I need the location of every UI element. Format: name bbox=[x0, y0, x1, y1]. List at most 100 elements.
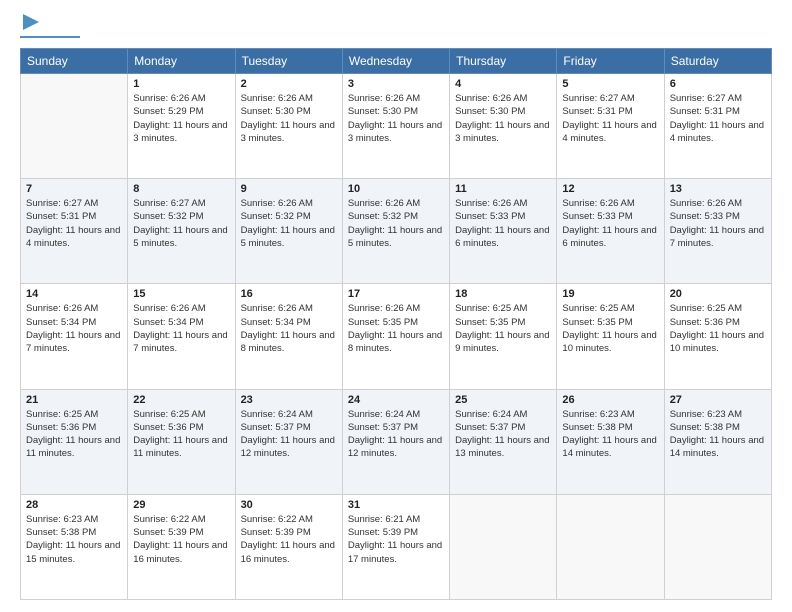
day-info: Sunrise: 6:25 AMSunset: 5:35 PMDaylight:… bbox=[455, 302, 551, 355]
day-info: Sunrise: 6:27 AMSunset: 5:31 PMDaylight:… bbox=[670, 92, 766, 145]
day-info: Sunrise: 6:26 AMSunset: 5:30 PMDaylight:… bbox=[455, 92, 551, 145]
calendar-cell: 28Sunrise: 6:23 AMSunset: 5:38 PMDayligh… bbox=[21, 494, 128, 599]
day-info: Sunrise: 6:26 AMSunset: 5:34 PMDaylight:… bbox=[133, 302, 229, 355]
day-info: Sunrise: 6:26 AMSunset: 5:33 PMDaylight:… bbox=[562, 197, 658, 250]
day-info: Sunrise: 6:22 AMSunset: 5:39 PMDaylight:… bbox=[241, 513, 337, 566]
day-number: 20 bbox=[670, 288, 766, 300]
weekday-header: Thursday bbox=[450, 49, 557, 74]
day-info: Sunrise: 6:26 AMSunset: 5:30 PMDaylight:… bbox=[241, 92, 337, 145]
day-number: 10 bbox=[348, 183, 444, 195]
calendar-cell bbox=[557, 494, 664, 599]
day-info: Sunrise: 6:27 AMSunset: 5:31 PMDaylight:… bbox=[26, 197, 122, 250]
day-number: 9 bbox=[241, 183, 337, 195]
calendar-table: SundayMondayTuesdayWednesdayThursdayFrid… bbox=[20, 48, 772, 600]
day-number: 30 bbox=[241, 499, 337, 511]
day-info: Sunrise: 6:25 AMSunset: 5:35 PMDaylight:… bbox=[562, 302, 658, 355]
calendar-cell: 20 Sunrise: 6:25 AMSunset: 5:36 PMDayligh… bbox=[664, 284, 771, 389]
calendar-cell: 12 Sunrise: 6:26 AMSunset: 5:33 PMDayligh… bbox=[557, 179, 664, 284]
calendar-cell: 13 Sunrise: 6:26 AMSunset: 5:33 PMDayligh… bbox=[664, 179, 771, 284]
day-number: 22 bbox=[133, 394, 229, 406]
weekday-header: Tuesday bbox=[235, 49, 342, 74]
day-info: Sunrise: 6:25 AMSunset: 5:36 PMDaylight:… bbox=[670, 302, 766, 355]
calendar-cell: 9 Sunrise: 6:26 AMSunset: 5:32 PMDaylight… bbox=[235, 179, 342, 284]
calendar-cell: 15Sunrise: 6:26 AMSunset: 5:34 PMDayligh… bbox=[128, 284, 235, 389]
day-info: Sunrise: 6:23 AMSunset: 5:38 PMDaylight:… bbox=[26, 513, 122, 566]
day-number: 23 bbox=[241, 394, 337, 406]
header bbox=[20, 16, 772, 38]
calendar-cell: 5 Sunrise: 6:27 AMSunset: 5:31 PMDaylight… bbox=[557, 74, 664, 179]
calendar-cell: 16 Sunrise: 6:26 AMSunset: 5:34 PMDayligh… bbox=[235, 284, 342, 389]
day-info: Sunrise: 6:26 AMSunset: 5:32 PMDaylight:… bbox=[348, 197, 444, 250]
calendar-cell: 27 Sunrise: 6:23 AMSunset: 5:38 PMDayligh… bbox=[664, 389, 771, 494]
calendar-cell: 11 Sunrise: 6:26 AMSunset: 5:33 PMDayligh… bbox=[450, 179, 557, 284]
day-info: Sunrise: 6:26 AMSunset: 5:33 PMDaylight:… bbox=[670, 197, 766, 250]
day-info: Sunrise: 6:25 AMSunset: 5:36 PMDaylight:… bbox=[26, 408, 122, 461]
weekday-header: Sunday bbox=[21, 49, 128, 74]
day-number: 5 bbox=[562, 78, 658, 90]
day-info: Sunrise: 6:26 AMSunset: 5:29 PMDaylight:… bbox=[133, 92, 229, 145]
calendar-cell: 10 Sunrise: 6:26 AMSunset: 5:32 PMDayligh… bbox=[342, 179, 449, 284]
calendar-cell: 31 Sunrise: 6:21 AMSunset: 5:39 PMDayligh… bbox=[342, 494, 449, 599]
calendar-cell: 29 Sunrise: 6:22 AMSunset: 5:39 PMDayligh… bbox=[128, 494, 235, 599]
day-number: 29 bbox=[133, 499, 229, 511]
day-info: Sunrise: 6:22 AMSunset: 5:39 PMDaylight:… bbox=[133, 513, 229, 566]
day-number: 3 bbox=[348, 78, 444, 90]
calendar-cell: 3 Sunrise: 6:26 AMSunset: 5:30 PMDaylight… bbox=[342, 74, 449, 179]
day-number: 31 bbox=[348, 499, 444, 511]
day-number: 16 bbox=[241, 288, 337, 300]
day-info: Sunrise: 6:26 AMSunset: 5:34 PMDaylight:… bbox=[26, 302, 122, 355]
calendar-cell: 24Sunrise: 6:24 AMSunset: 5:37 PMDayligh… bbox=[342, 389, 449, 494]
day-number: 6 bbox=[670, 78, 766, 90]
day-number: 1 bbox=[133, 78, 229, 90]
day-number: 12 bbox=[562, 183, 658, 195]
calendar-cell: 18 Sunrise: 6:25 AMSunset: 5:35 PMDayligh… bbox=[450, 284, 557, 389]
calendar-cell bbox=[664, 494, 771, 599]
day-number: 26 bbox=[562, 394, 658, 406]
day-number: 25 bbox=[455, 394, 551, 406]
calendar-cell: 23 Sunrise: 6:24 AMSunset: 5:37 PMDayligh… bbox=[235, 389, 342, 494]
day-number: 18 bbox=[455, 288, 551, 300]
day-info: Sunrise: 6:21 AMSunset: 5:39 PMDaylight:… bbox=[348, 513, 444, 566]
calendar-cell: 22 Sunrise: 6:25 AMSunset: 5:36 PMDayligh… bbox=[128, 389, 235, 494]
calendar-cell: 19 Sunrise: 6:25 AMSunset: 5:35 PMDayligh… bbox=[557, 284, 664, 389]
day-number: 8 bbox=[133, 183, 229, 195]
day-number: 11 bbox=[455, 183, 551, 195]
day-info: Sunrise: 6:26 AMSunset: 5:30 PMDaylight:… bbox=[348, 92, 444, 145]
day-number: 4 bbox=[455, 78, 551, 90]
calendar-cell: 1 Sunrise: 6:26 AMSunset: 5:29 PMDaylight… bbox=[128, 74, 235, 179]
day-info: Sunrise: 6:26 AMSunset: 5:32 PMDaylight:… bbox=[241, 197, 337, 250]
day-number: 2 bbox=[241, 78, 337, 90]
calendar-cell bbox=[450, 494, 557, 599]
day-info: Sunrise: 6:23 AMSunset: 5:38 PMDaylight:… bbox=[670, 408, 766, 461]
day-info: Sunrise: 6:27 AMSunset: 5:32 PMDaylight:… bbox=[133, 197, 229, 250]
calendar-cell: 17 Sunrise: 6:26 AMSunset: 5:35 PMDayligh… bbox=[342, 284, 449, 389]
day-number: 19 bbox=[562, 288, 658, 300]
weekday-header: Friday bbox=[557, 49, 664, 74]
day-info: Sunrise: 6:27 AMSunset: 5:31 PMDaylight:… bbox=[562, 92, 658, 145]
day-info: Sunrise: 6:26 AMSunset: 5:34 PMDaylight:… bbox=[241, 302, 337, 355]
day-info: Sunrise: 6:25 AMSunset: 5:36 PMDaylight:… bbox=[133, 408, 229, 461]
calendar-cell: 30 Sunrise: 6:22 AMSunset: 5:39 PMDayligh… bbox=[235, 494, 342, 599]
day-info: Sunrise: 6:26 AMSunset: 5:33 PMDaylight:… bbox=[455, 197, 551, 250]
day-number: 14 bbox=[26, 288, 122, 300]
calendar-cell: 4 Sunrise: 6:26 AMSunset: 5:30 PMDaylight… bbox=[450, 74, 557, 179]
day-info: Sunrise: 6:26 AMSunset: 5:35 PMDaylight:… bbox=[348, 302, 444, 355]
day-number: 24 bbox=[348, 394, 444, 406]
day-number: 17 bbox=[348, 288, 444, 300]
weekday-header: Saturday bbox=[664, 49, 771, 74]
day-number: 7 bbox=[26, 183, 122, 195]
calendar-cell bbox=[21, 74, 128, 179]
day-number: 21 bbox=[26, 394, 122, 406]
page: SundayMondayTuesdayWednesdayThursdayFrid… bbox=[0, 0, 792, 612]
logo bbox=[20, 16, 80, 38]
day-info: Sunrise: 6:24 AMSunset: 5:37 PMDaylight:… bbox=[455, 408, 551, 461]
weekday-header: Wednesday bbox=[342, 49, 449, 74]
day-info: Sunrise: 6:24 AMSunset: 5:37 PMDaylight:… bbox=[241, 408, 337, 461]
weekday-header: Monday bbox=[128, 49, 235, 74]
calendar-cell: 25 Sunrise: 6:24 AMSunset: 5:37 PMDayligh… bbox=[450, 389, 557, 494]
calendar-cell: 21 Sunrise: 6:25 AMSunset: 5:36 PMDayligh… bbox=[21, 389, 128, 494]
day-number: 27 bbox=[670, 394, 766, 406]
day-number: 13 bbox=[670, 183, 766, 195]
calendar-cell: 7 Sunrise: 6:27 AMSunset: 5:31 PMDaylight… bbox=[21, 179, 128, 284]
day-info: Sunrise: 6:23 AMSunset: 5:38 PMDaylight:… bbox=[562, 408, 658, 461]
